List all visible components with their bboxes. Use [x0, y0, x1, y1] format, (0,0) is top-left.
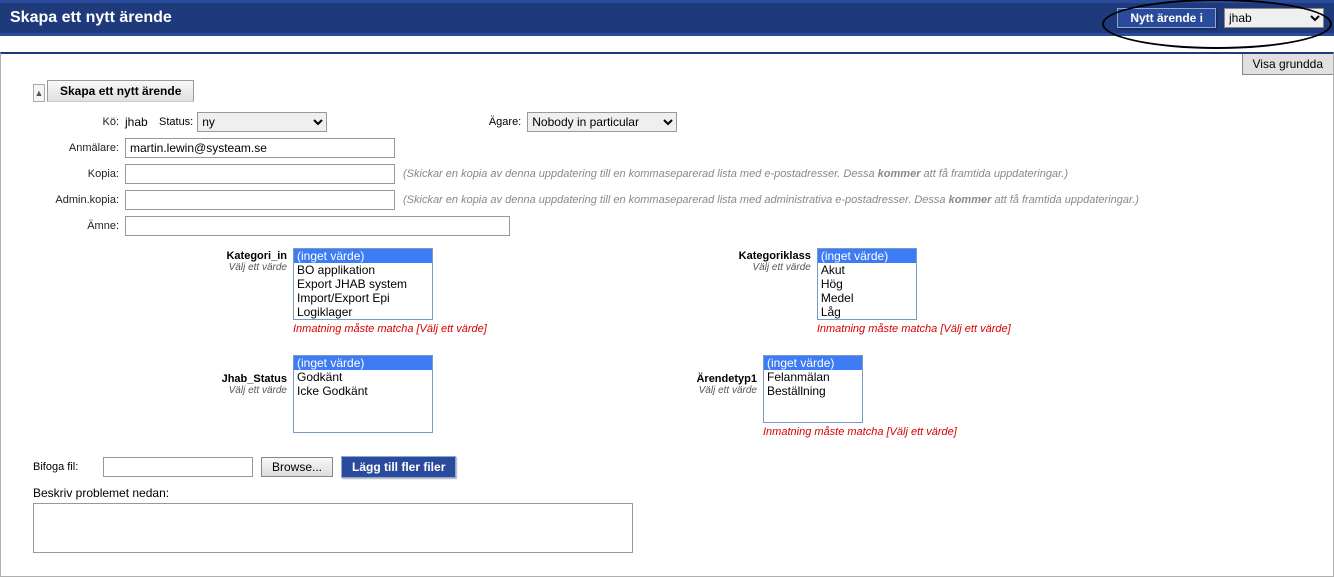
- kopia-help: (Skickar en kopia av denna uppdatering t…: [403, 168, 1068, 180]
- form-content: ▲ Skapa ett nytt ärende Kö: jhab Status:…: [1, 80, 1333, 576]
- amne-label: Ämne:: [33, 220, 125, 232]
- row-queue-status-owner: Kö: jhab Status: ny Ägare: Nobody in par…: [33, 112, 1313, 132]
- tab-create-ticket[interactable]: Skapa ett nytt ärende: [47, 80, 194, 102]
- list-item[interactable]: Icke Godkänt: [294, 384, 432, 398]
- bifoga-label: Bifoga fil:: [33, 461, 95, 473]
- kopia-input[interactable]: [125, 164, 395, 184]
- main-panel: Visa grundda ▲ Skapa ett nytt ärende Kö:…: [0, 52, 1334, 577]
- header-actions: Nytt ärende i jhab: [1117, 8, 1324, 28]
- list-item[interactable]: Beställning: [764, 384, 862, 398]
- ko-label: Kö:: [33, 116, 125, 128]
- attach-row: Bifoga fil: Browse... Lägg till fler fil…: [33, 456, 1313, 478]
- list-item[interactable]: Import/Export Epi: [294, 291, 432, 305]
- anmalare-label: Anmälare:: [33, 142, 125, 154]
- arendetyp-sub: Välj ett värde: [613, 385, 757, 396]
- describe-label: Beskriv problemet nedan:: [33, 486, 1313, 500]
- admin-kopia-label: Admin.kopia:: [33, 194, 125, 206]
- describe-textarea[interactable]: [33, 503, 633, 553]
- collapse-toggle-icon[interactable]: ▲: [33, 84, 45, 102]
- kategori-in-error: Inmatning måste matcha [Välj ett värde]: [293, 323, 487, 335]
- admin-kopia-input[interactable]: [125, 190, 395, 210]
- kategori-in-label: Kategori_in: [226, 250, 287, 262]
- list-item[interactable]: Export JHAB system: [294, 277, 432, 291]
- row-anmalare: Anmälare:: [33, 138, 1313, 158]
- kategoriklass-error: Inmatning måste matcha [Välj ett värde]: [817, 323, 1011, 335]
- row-kopia: Kopia: (Skickar en kopia av denna uppdat…: [33, 164, 1313, 184]
- file-path-input[interactable]: [103, 457, 253, 477]
- anmalare-input[interactable]: [125, 138, 395, 158]
- status-label: Status:: [159, 116, 193, 128]
- queue-select[interactable]: jhab: [1224, 8, 1324, 28]
- page-title: Skapa ett nytt ärende: [10, 9, 172, 27]
- browse-button[interactable]: Browse...: [261, 457, 333, 477]
- field-kategori-in: Kategori_in Välj ett värde (inget värde)…: [33, 248, 487, 335]
- field-arendetyp: Ärendetyp1 Välj ett värde (inget värde) …: [613, 355, 957, 438]
- list-item[interactable]: Logiklager: [294, 305, 432, 319]
- admin-kopia-help: (Skickar en kopia av denna uppdatering t…: [403, 194, 1139, 206]
- list-item[interactable]: (inget värde): [764, 356, 862, 370]
- jhab-status-sub: Välj ett värde: [33, 385, 287, 396]
- kopia-label: Kopia:: [33, 168, 125, 180]
- list-item[interactable]: Medel: [818, 291, 916, 305]
- owner-select[interactable]: Nobody in particular: [527, 112, 677, 132]
- list-item[interactable]: Godkänt: [294, 370, 432, 384]
- kategoriklass-label: Kategoriklass: [739, 250, 811, 262]
- ko-value: jhab: [125, 115, 159, 129]
- list-item[interactable]: Hög: [818, 277, 916, 291]
- jhab-status-label: Jhab_Status: [222, 373, 287, 385]
- top-header: Skapa ett nytt ärende Nytt ärende i jhab: [0, 0, 1334, 36]
- custom-fields-row1: Kategori_in Välj ett värde (inget värde)…: [33, 248, 1313, 335]
- list-item[interactable]: Låg: [818, 305, 916, 319]
- list-item[interactable]: Felanmälan: [764, 370, 862, 384]
- new-ticket-button[interactable]: Nytt ärende i: [1117, 8, 1216, 28]
- show-basic-data-button[interactable]: Visa grundda: [1242, 54, 1334, 75]
- list-item[interactable]: (inget värde): [294, 356, 432, 370]
- list-item[interactable]: Akut: [818, 263, 916, 277]
- amne-input[interactable]: [125, 216, 510, 236]
- kategoriklass-sub: Välj ett värde: [677, 262, 811, 273]
- owner-label: Ägare:: [467, 116, 527, 128]
- row-amne: Ämne:: [33, 216, 1313, 236]
- arendetyp-label: Ärendetyp1: [696, 373, 757, 385]
- add-more-files-button[interactable]: Lägg till fler filer: [341, 456, 456, 478]
- custom-fields-row2: Jhab_Status Välj ett värde (inget värde)…: [33, 355, 1313, 438]
- field-jhab-status: Jhab_Status Välj ett värde (inget värde)…: [33, 355, 433, 438]
- status-select[interactable]: ny: [197, 112, 327, 132]
- jhab-status-listbox[interactable]: (inget värde) Godkänt Icke Godkänt: [293, 355, 433, 433]
- arendetyp-listbox[interactable]: (inget värde) Felanmälan Beställning: [763, 355, 863, 423]
- row-admin-kopia: Admin.kopia: (Skickar en kopia av denna …: [33, 190, 1313, 210]
- kategoriklass-listbox[interactable]: (inget värde) Akut Hög Medel Låg: [817, 248, 917, 320]
- list-item[interactable]: BO applikation: [294, 263, 432, 277]
- list-item[interactable]: (inget värde): [818, 249, 916, 263]
- field-kategoriklass: Kategoriklass Välj ett värde (inget värd…: [677, 248, 1011, 335]
- kategori-in-listbox[interactable]: (inget värde) BO applikation Export JHAB…: [293, 248, 433, 320]
- list-item[interactable]: (inget värde): [294, 249, 432, 263]
- tab-row: ▲ Skapa ett nytt ärende: [33, 80, 1313, 102]
- arendetyp-error: Inmatning måste matcha [Välj ett värde]: [763, 426, 957, 438]
- kategori-in-sub: Välj ett värde: [33, 262, 287, 273]
